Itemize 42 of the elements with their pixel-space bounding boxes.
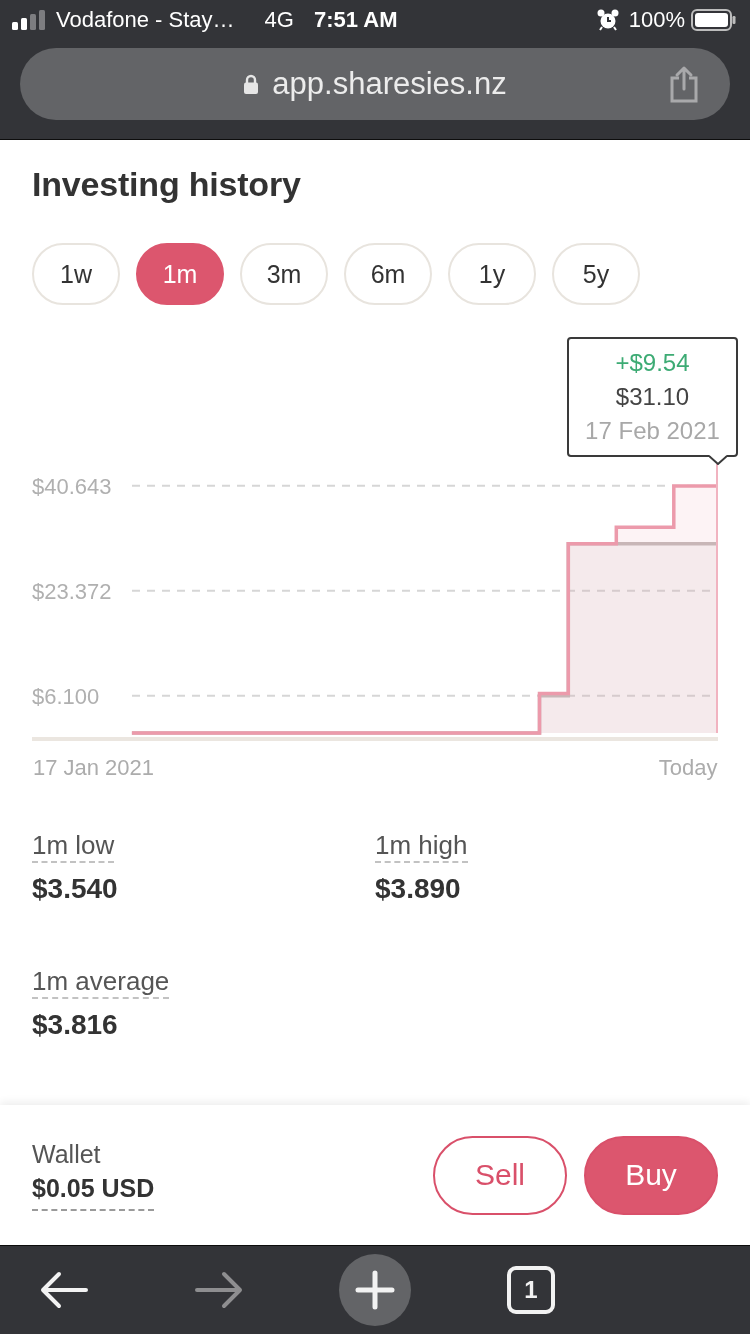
alarm-clock-icon [596, 9, 619, 31]
y-axis-label: $40.643 [32, 473, 112, 499]
stat-value: $3.540 [32, 872, 118, 906]
plus-icon [355, 1270, 395, 1310]
address-bar[interactable]: app.sharesies.nz [20, 48, 730, 120]
tooltip-value: $31.10 [615, 382, 690, 412]
x-axis-label: 17 Jan 2021 [32, 755, 155, 780]
x-axis-label: Today [658, 755, 718, 780]
wallet-balance[interactable]: $0.05 USD [32, 1173, 155, 1211]
lock-icon [243, 74, 260, 94]
network-type: 4G [264, 7, 294, 33]
buy-button[interactable]: Buy [584, 1135, 718, 1215]
stat-value: $3.890 [375, 872, 461, 906]
share-icon [669, 65, 699, 103]
range-tab[interactable]: 1w [32, 243, 120, 305]
url-text: app.sharesies.nz [272, 66, 507, 102]
stat-label[interactable]: 1m low [32, 829, 115, 863]
carrier-name: Vodafone - Stay… [56, 7, 235, 33]
back-button[interactable] [39, 1271, 89, 1309]
stat-value: $3.816 [32, 1008, 118, 1042]
range-tab[interactable]: 6m [344, 243, 432, 305]
stat-label[interactable]: 1m high [375, 829, 468, 863]
signal-icon [12, 10, 46, 30]
tab-count-button[interactable]: 1 [507, 1266, 555, 1314]
tooltip-change: +$9.54 [615, 348, 690, 378]
page-title: Investing history [32, 164, 302, 204]
range-tab[interactable]: 3m [240, 243, 328, 305]
y-axis-label: $23.372 [32, 578, 112, 604]
battery-icon [691, 9, 736, 31]
range-tab[interactable]: 5y [552, 243, 640, 305]
battery-percent: 100% [628, 7, 685, 33]
clock-time: 7:51 AM [313, 7, 398, 33]
range-tab[interactable]: 1m [136, 243, 224, 305]
sell-button[interactable]: Sell [433, 1135, 567, 1215]
tooltip-date: 17 Feb 2021 [585, 416, 720, 446]
right-arrow-icon [194, 1271, 244, 1309]
y-axis-label: $6.100 [32, 683, 100, 709]
share-button[interactable] [669, 65, 699, 103]
left-arrow-icon [39, 1271, 89, 1309]
range-tab[interactable]: 1y [448, 243, 536, 305]
stat-label[interactable]: 1m average [32, 965, 170, 999]
wallet-label: Wallet [32, 1139, 101, 1169]
